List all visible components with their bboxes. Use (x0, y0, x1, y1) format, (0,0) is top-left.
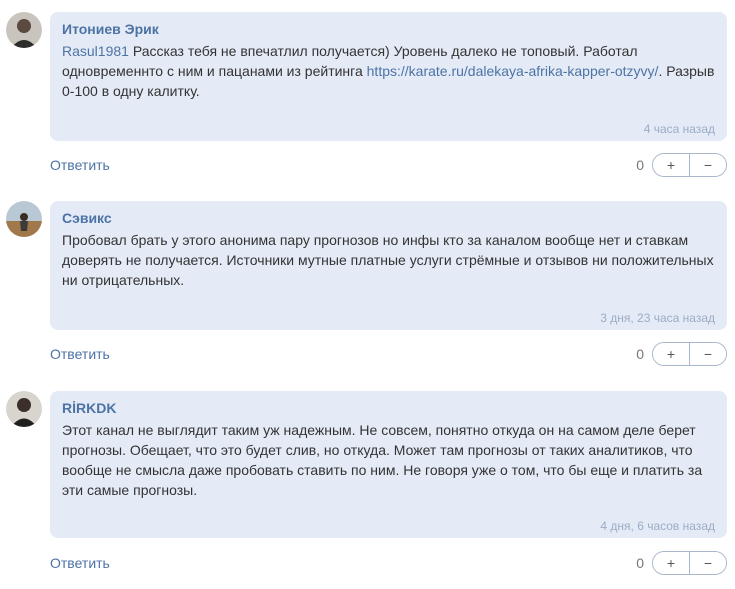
comment-author[interactable]: Итониев Эрик (62, 20, 159, 38)
upvote-button[interactable]: + (653, 154, 690, 176)
user-photo-icon (6, 201, 42, 237)
upvote-button[interactable]: + (653, 343, 690, 365)
comment-bubble: RİRKDK Этот канал не выглядит таким уж н… (50, 391, 727, 538)
vote-count: 0 (636, 555, 644, 571)
vote-controls: 0 + − (636, 551, 727, 575)
comment-text: Rasul1981 Рассказ тебя не впечатлил полу… (62, 41, 715, 101)
external-link[interactable]: https://karate.ru/dalekaya-afrika-kapper… (367, 63, 659, 79)
avatar[interactable] (6, 391, 42, 427)
comment-timestamp: 4 часа назад (643, 122, 715, 136)
comment-timestamp: 4 дня, 6 часов назад (600, 519, 715, 533)
comment-text: Пробовал брать у этого анонима пару прог… (62, 232, 714, 288)
vote-controls: 0 + − (636, 153, 727, 177)
downvote-button[interactable]: − (690, 552, 726, 574)
vote-buttons: + − (652, 342, 727, 366)
vote-count: 0 (636, 157, 644, 173)
reply-button[interactable]: Ответить (50, 346, 110, 362)
user-photo-icon (6, 391, 42, 427)
downvote-button[interactable]: − (690, 154, 726, 176)
comment-author[interactable]: Сэвикс (62, 209, 112, 227)
vote-controls: 0 + − (636, 342, 727, 366)
comment-timestamp: 3 дня, 23 часа назад (600, 311, 715, 325)
vote-count: 0 (636, 346, 644, 362)
comment-bubble: Итониев Эрик Rasul1981 Рассказ тебя не в… (50, 12, 727, 141)
upvote-button[interactable]: + (653, 552, 690, 574)
comment-actions: Ответить 0 + − (50, 551, 727, 577)
comment-bubble: Сэвикс Пробовал брать у этого анонима па… (50, 201, 727, 330)
user-photo-icon (6, 12, 42, 48)
avatar[interactable] (6, 12, 42, 48)
vote-buttons: + − (652, 551, 727, 575)
vote-buttons: + − (652, 153, 727, 177)
comment-actions: Ответить 0 + − (50, 153, 727, 179)
comment-actions: Ответить 0 + − (50, 342, 727, 368)
mention-link[interactable]: Rasul1981 (62, 43, 129, 59)
reply-button[interactable]: Ответить (50, 157, 110, 173)
avatar[interactable] (6, 201, 42, 237)
reply-button[interactable]: Ответить (50, 555, 110, 571)
comment-author[interactable]: RİRKDK (62, 399, 116, 417)
comment-text: Этот канал не выглядит таким уж надежным… (62, 422, 703, 498)
downvote-button[interactable]: − (690, 343, 726, 365)
